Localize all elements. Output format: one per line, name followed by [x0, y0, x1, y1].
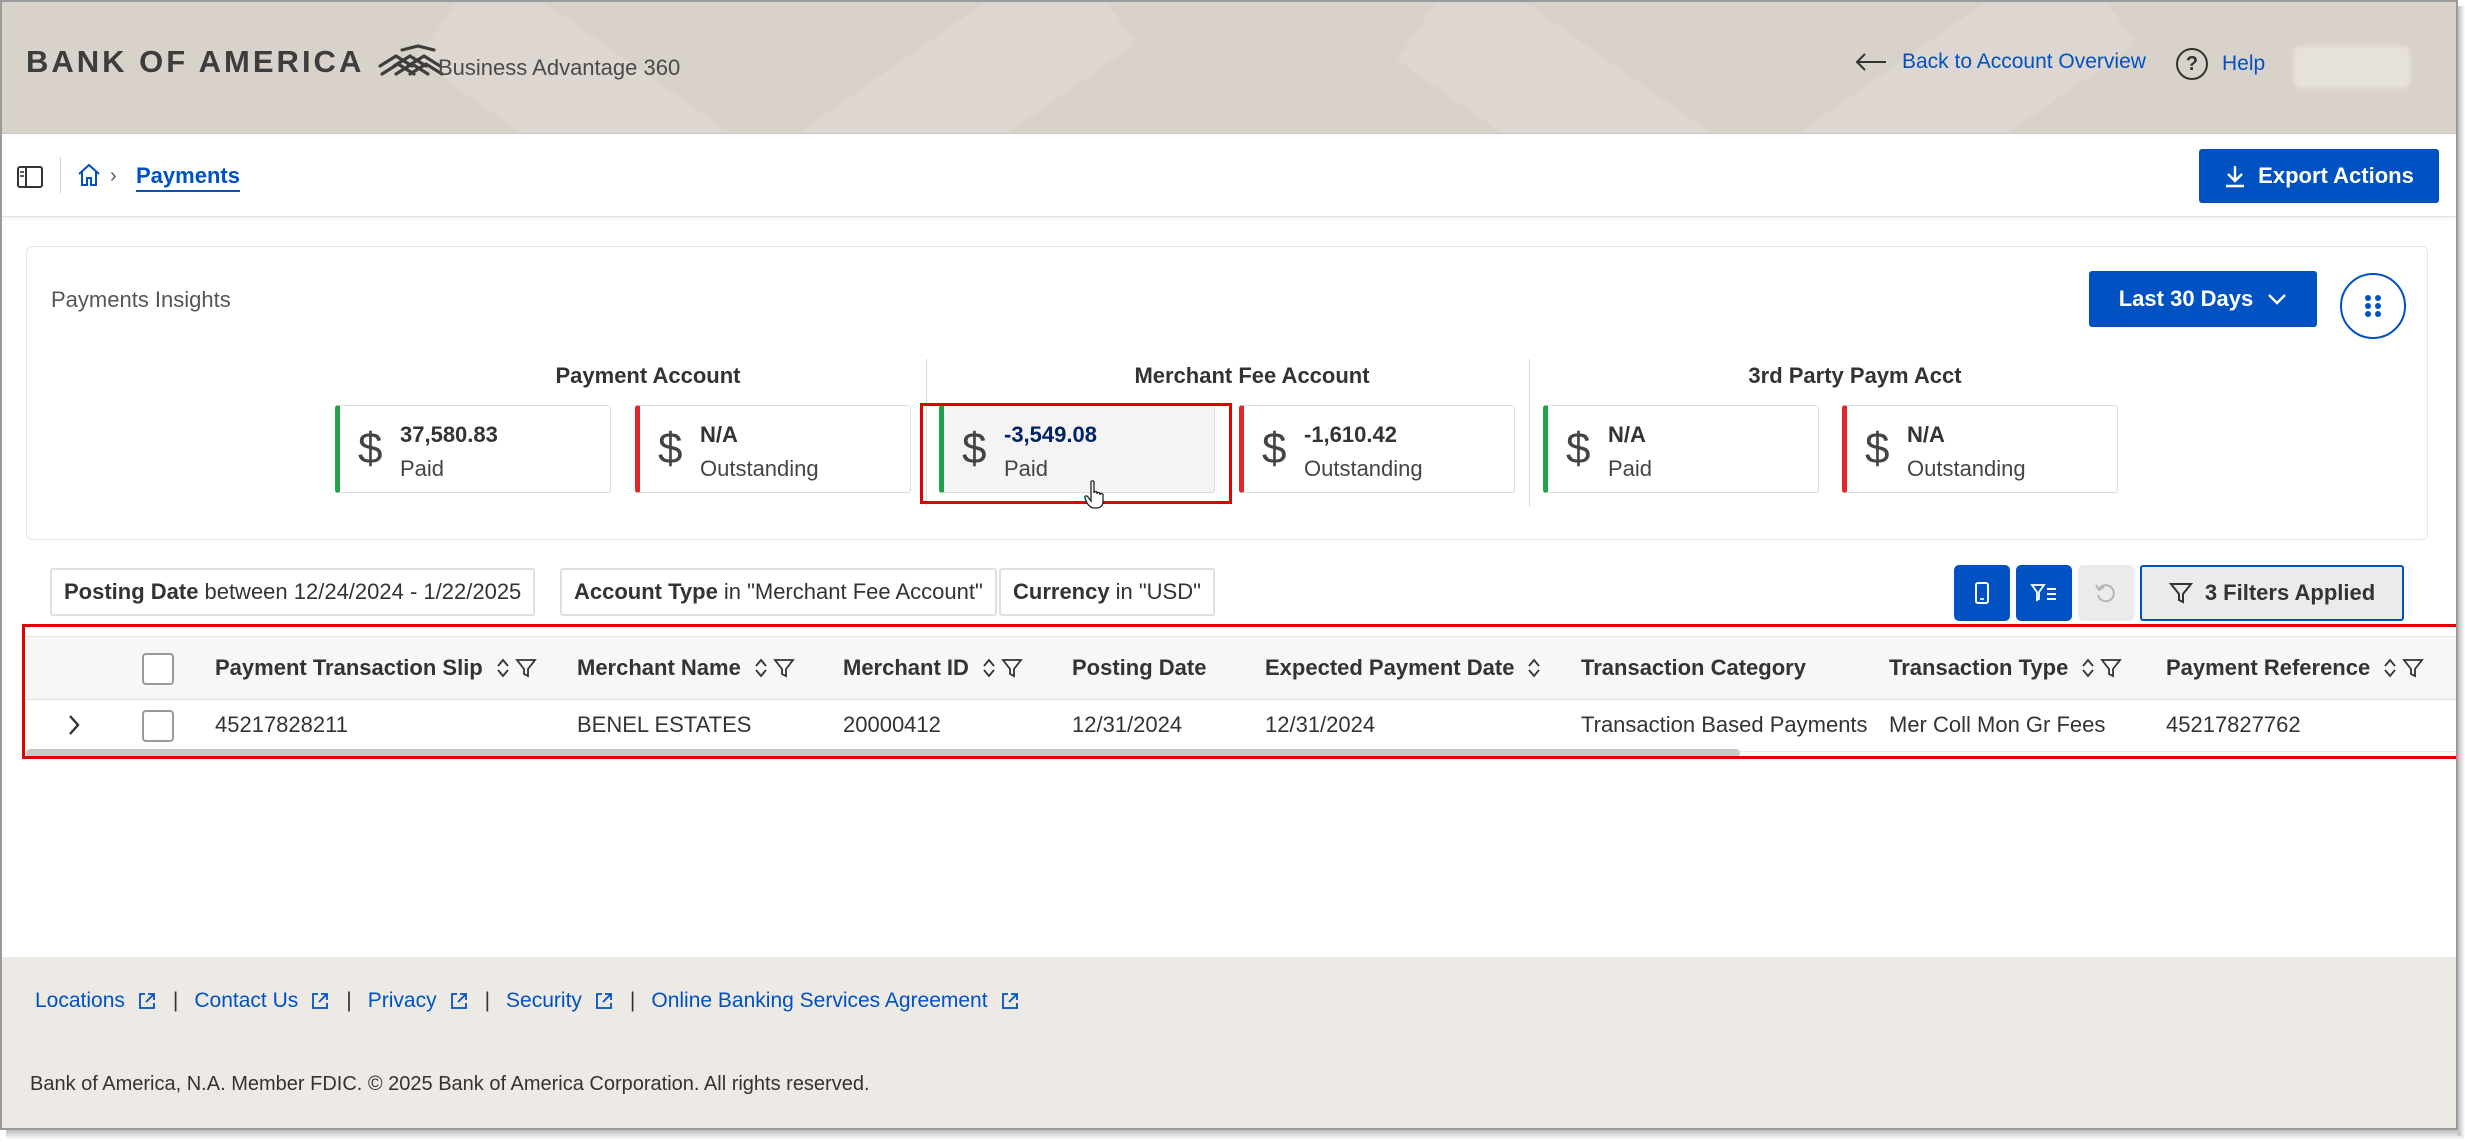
header-decoration — [1396, 2, 1728, 133]
brand-name: BANK OF AMERICA — [26, 44, 365, 79]
stat-amount: N/A — [1907, 422, 1945, 447]
external-link-icon — [596, 993, 612, 1009]
dollar-icon: $ — [1865, 424, 1890, 473]
footer-separator: | — [172, 989, 179, 1012]
filters-applied-label: 3 Filters Applied — [2204, 580, 2376, 605]
download-icon — [2226, 166, 2245, 188]
filter-list-icon — [2030, 584, 2056, 602]
filter-field: Account Type — [574, 579, 718, 604]
sidebar-toggle-icon[interactable] — [16, 165, 44, 189]
header-decoration — [788, 2, 1136, 133]
browser-window: BANK OF AMERICA Business Advantage 360 B… — [0, 0, 2458, 1130]
filter-field: Currency — [1013, 579, 1110, 604]
footer-link-label: Privacy — [367, 989, 437, 1012]
filter-value: in "Merchant Fee Account" — [723, 579, 983, 604]
annotation-highlight-box — [22, 624, 2456, 759]
external-link-icon — [450, 993, 467, 1009]
back-link-label: Back to Account Overview — [1902, 50, 2146, 73]
breadcrumb-bar: › Payments Export Actions — [2, 135, 2456, 217]
external-link-icon — [312, 993, 329, 1009]
reset-button[interactable] — [2078, 565, 2134, 621]
dollar-icon: $ — [358, 424, 383, 473]
footer-separator: | — [346, 989, 352, 1012]
filter-icon — [2168, 583, 2193, 604]
filter-chip-currency[interactable]: Currency in "USD" — [999, 568, 1215, 616]
help-label: Help — [2222, 52, 2266, 75]
export-actions-button[interactable]: Export Actions — [2199, 149, 2439, 203]
stat-label: Paid — [1608, 456, 1653, 481]
footer-link-locations[interactable]: Locations — [35, 989, 157, 1013]
footer-link-privacy[interactable]: Privacy — [368, 989, 469, 1013]
site-footer: Locations | Contact Us | Privacy | Secur… — [2, 957, 2456, 1128]
stat-label: Outstanding — [700, 456, 819, 481]
bank-logo[interactable]: BANK OF AMERICA — [26, 44, 446, 80]
filter-chip-posting-date[interactable]: Posting Date between 12/24/2024 - 1/22/2… — [50, 568, 536, 616]
stat-card-payment-paid[interactable]: $ 37,580.83 Paid — [335, 405, 611, 493]
stat-label: Outstanding — [1304, 456, 1423, 481]
chevron-right-icon: › — [110, 165, 117, 187]
dollar-icon: $ — [1566, 424, 1591, 473]
mobile-view-button[interactable] — [1954, 565, 2010, 621]
filter-value: in "USD" — [1115, 579, 1201, 604]
filter-chip-account-type[interactable]: Account Type in "Merchant Fee Account" — [560, 568, 997, 616]
group-title-3rd-party-account: 3rd Party Paym Acct — [1748, 363, 1962, 388]
question-icon: ? — [2176, 48, 2208, 80]
insights-menu-button[interactable] — [2340, 273, 2406, 339]
filter-list-button[interactable] — [2016, 565, 2072, 621]
window-shadow — [6, 1130, 2464, 1140]
copyright-text: Bank of America, N.A. Member FDIC. © 202… — [30, 1073, 870, 1095]
home-icon[interactable] — [76, 162, 102, 188]
external-link-icon — [139, 993, 155, 1009]
footer-separator: | — [629, 989, 636, 1012]
insights-title: Payments Insights — [51, 287, 231, 312]
grid-dots-icon — [2365, 295, 2381, 317]
divider — [60, 157, 61, 193]
site-header: BANK OF AMERICA Business Advantage 360 B… — [2, 2, 2456, 134]
footer-link-online-banking-agreement[interactable]: Online Banking Services Agreement — [651, 989, 1019, 1013]
group-title-payment-account: Payment Account — [555, 363, 741, 388]
export-actions-label: Export Actions — [2258, 163, 2414, 188]
filters-applied-button[interactable]: 3 Filters Applied — [2140, 565, 2404, 621]
period-label: Last 30 Days — [2118, 286, 2254, 311]
footer-links: Locations | Contact Us | Privacy | Secur… — [35, 989, 1020, 1013]
footer-link-security[interactable]: Security — [506, 989, 614, 1013]
filter-field: Posting Date — [64, 579, 199, 604]
stat-card-3rd-party-outstanding[interactable]: $ N/A Outstanding — [1842, 405, 2118, 493]
external-link-icon — [1001, 993, 1018, 1009]
user-menu[interactable] — [2294, 46, 2410, 88]
stat-card-3rd-party-paid[interactable]: $ N/A Paid — [1543, 405, 1819, 493]
stat-amount: N/A — [1608, 422, 1646, 447]
help-link[interactable]: ? Help — [2176, 48, 2265, 80]
mobile-icon — [1975, 582, 1989, 604]
product-name: Business Advantage 360 — [438, 55, 681, 80]
dollar-icon: $ — [658, 424, 683, 473]
stat-amount: N/A — [700, 422, 738, 447]
stat-amount: -1,610.42 — [1304, 422, 1397, 447]
chevron-down-icon — [2268, 294, 2287, 305]
window-shadow — [2458, 6, 2465, 1136]
stat-card-merchant-outstanding[interactable]: $ -1,610.42 Outstanding — [1239, 405, 1515, 493]
filter-value: between 12/24/2024 - 1/22/2025 — [204, 579, 522, 604]
footer-link-label: Locations — [35, 989, 125, 1012]
stat-label: Paid — [400, 456, 445, 481]
stat-card-payment-outstanding[interactable]: $ N/A Outstanding — [635, 405, 911, 493]
breadcrumb-payments[interactable]: Payments — [136, 163, 240, 192]
group-title-merchant-fee-account: Merchant Fee Account — [1134, 363, 1370, 388]
footer-link-label: Online Banking Services Agreement — [651, 989, 988, 1012]
back-to-account-overview-link[interactable]: Back to Account Overview — [1854, 50, 2146, 74]
dollar-icon: $ — [1262, 424, 1287, 473]
group-divider — [1529, 359, 1530, 507]
footer-link-label: Security — [506, 989, 582, 1012]
flagscape-icon — [378, 44, 444, 76]
period-dropdown[interactable]: Last 30 Days — [2089, 271, 2317, 327]
footer-link-contact-us[interactable]: Contact Us — [194, 989, 330, 1013]
undo-icon — [2095, 584, 2115, 603]
stat-label: Outstanding — [1907, 456, 2026, 481]
hand-cursor-icon — [1084, 480, 1104, 509]
annotation-highlight-box — [920, 403, 1232, 504]
arrow-left-icon — [1855, 53, 1886, 71]
footer-separator: | — [484, 989, 491, 1012]
footer-link-label: Contact Us — [194, 989, 299, 1012]
stat-amount: 37,580.83 — [400, 422, 498, 447]
